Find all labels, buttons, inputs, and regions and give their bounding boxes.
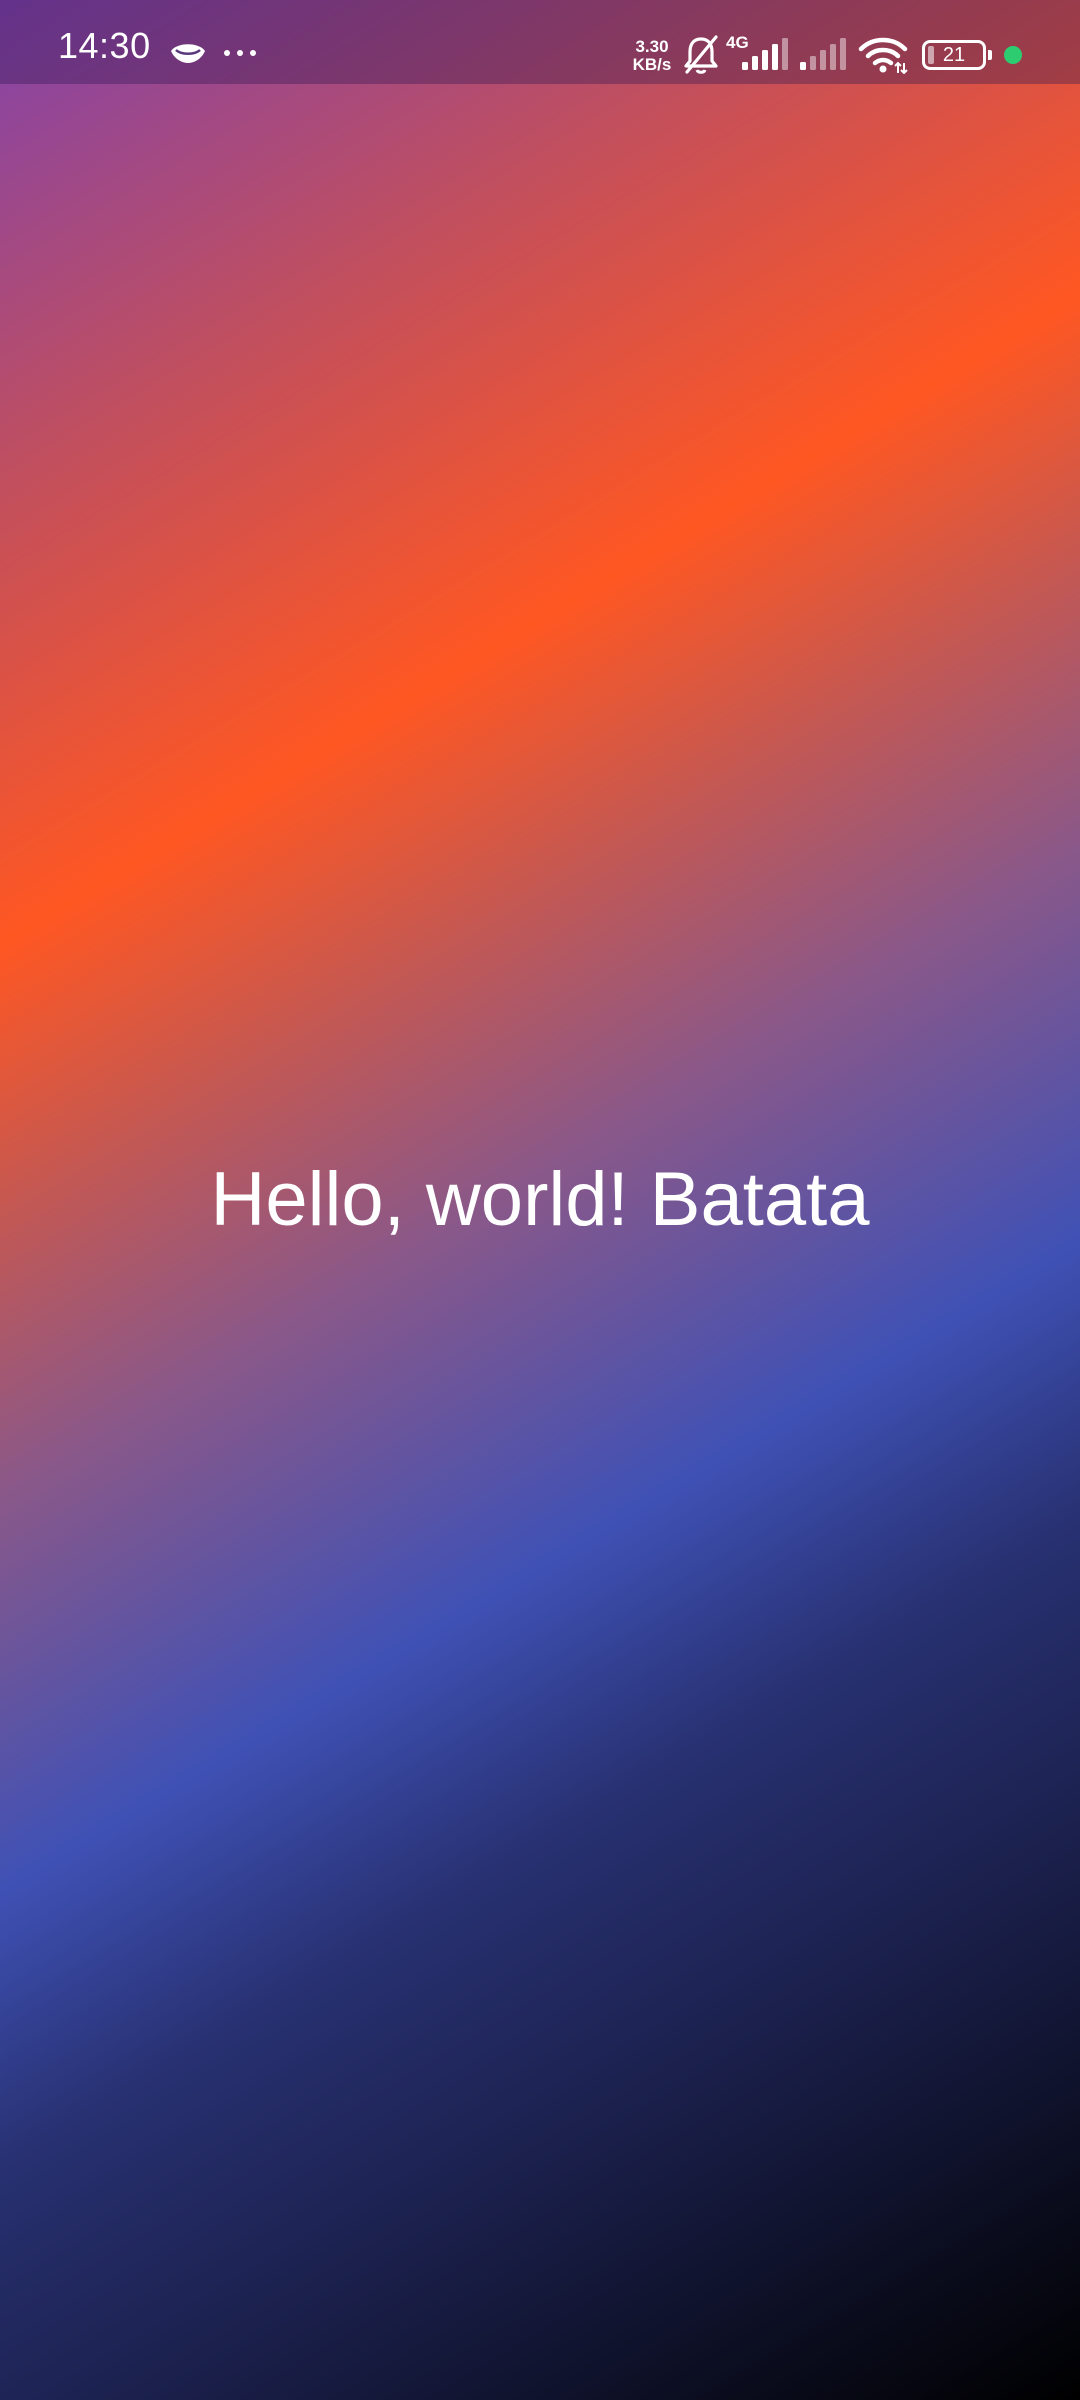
privacy-indicator-dot xyxy=(1004,46,1022,64)
network-speed-value: 3.30 xyxy=(635,37,669,56)
network-speed-unit: KB/s xyxy=(632,55,672,74)
battery-tip xyxy=(988,50,992,60)
more-dots-icon xyxy=(224,50,256,56)
app-screen: 14:30 3.30 KB/s 4G 21 Hello, world! Bata… xyxy=(0,0,1080,2400)
wifi-icon xyxy=(858,37,908,74)
battery-level-text: 21 xyxy=(942,44,966,66)
status-clock: 14:30 xyxy=(58,25,151,66)
battery-indicator: 21 xyxy=(922,40,986,70)
greeting-text: Hello, world! Batata xyxy=(210,1157,870,1242)
status-bar: 14:30 3.30 KB/s 4G 21 xyxy=(0,0,1080,84)
network-speed: 3.30 KB/s xyxy=(622,38,682,74)
sim1-signal-icon xyxy=(742,38,788,70)
eye-mask-icon xyxy=(171,44,205,63)
bell-off-icon xyxy=(684,35,718,74)
sim2-signal-icon xyxy=(800,38,846,70)
